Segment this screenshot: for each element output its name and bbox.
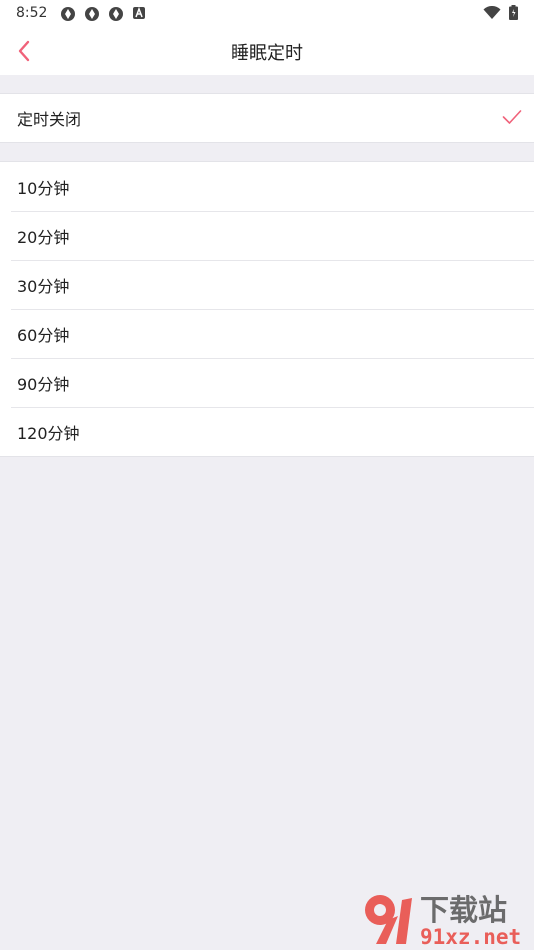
timer-off-option[interactable]: 定时关闭	[0, 94, 534, 142]
timer-option-label: 60分钟	[17, 325, 70, 345]
watermark-logo: 下载站 91xz.net	[365, 893, 521, 948]
status-notification-icons	[60, 6, 146, 22]
timer-option-label: 10分钟	[17, 178, 70, 198]
app-notification-icon	[109, 7, 123, 21]
timer-option-30[interactable]: 30分钟	[0, 260, 534, 309]
timer-options-list: 10分钟 20分钟 30分钟 60分钟 90分钟 120分钟	[0, 161, 534, 457]
status-time: 8:52	[16, 5, 48, 21]
timer-off-group: 定时关闭	[0, 93, 534, 143]
timer-option-label: 30分钟	[17, 276, 70, 296]
timer-option-60[interactable]: 60分钟	[0, 309, 534, 358]
timer-option-90[interactable]: 90分钟	[0, 358, 534, 407]
watermark-brand-cn: 下载站	[420, 893, 507, 927]
timer-option-20[interactable]: 20分钟	[0, 211, 534, 260]
page-title: 睡眠定时	[231, 43, 303, 64]
checkmark-icon	[502, 110, 522, 124]
timer-option-120[interactable]: 120分钟	[0, 407, 534, 456]
app-notification-icon	[61, 7, 75, 21]
watermark-brand-url: 91xz.net	[420, 925, 521, 948]
app-notification-icon	[85, 7, 99, 21]
a-notification-icon	[133, 6, 145, 19]
timer-option-label: 90分钟	[17, 374, 70, 394]
timer-option-10[interactable]: 10分钟	[0, 162, 534, 211]
nav-bar: 睡眠定时	[0, 28, 534, 75]
wifi-icon	[483, 5, 501, 19]
timer-option-label: 20分钟	[17, 227, 70, 247]
battery-icon	[509, 5, 518, 20]
status-system-icons	[483, 5, 518, 20]
status-bar: 8:52	[0, 0, 534, 28]
timer-off-label: 定时关闭	[17, 110, 82, 129]
timer-option-label: 120分钟	[17, 423, 80, 443]
